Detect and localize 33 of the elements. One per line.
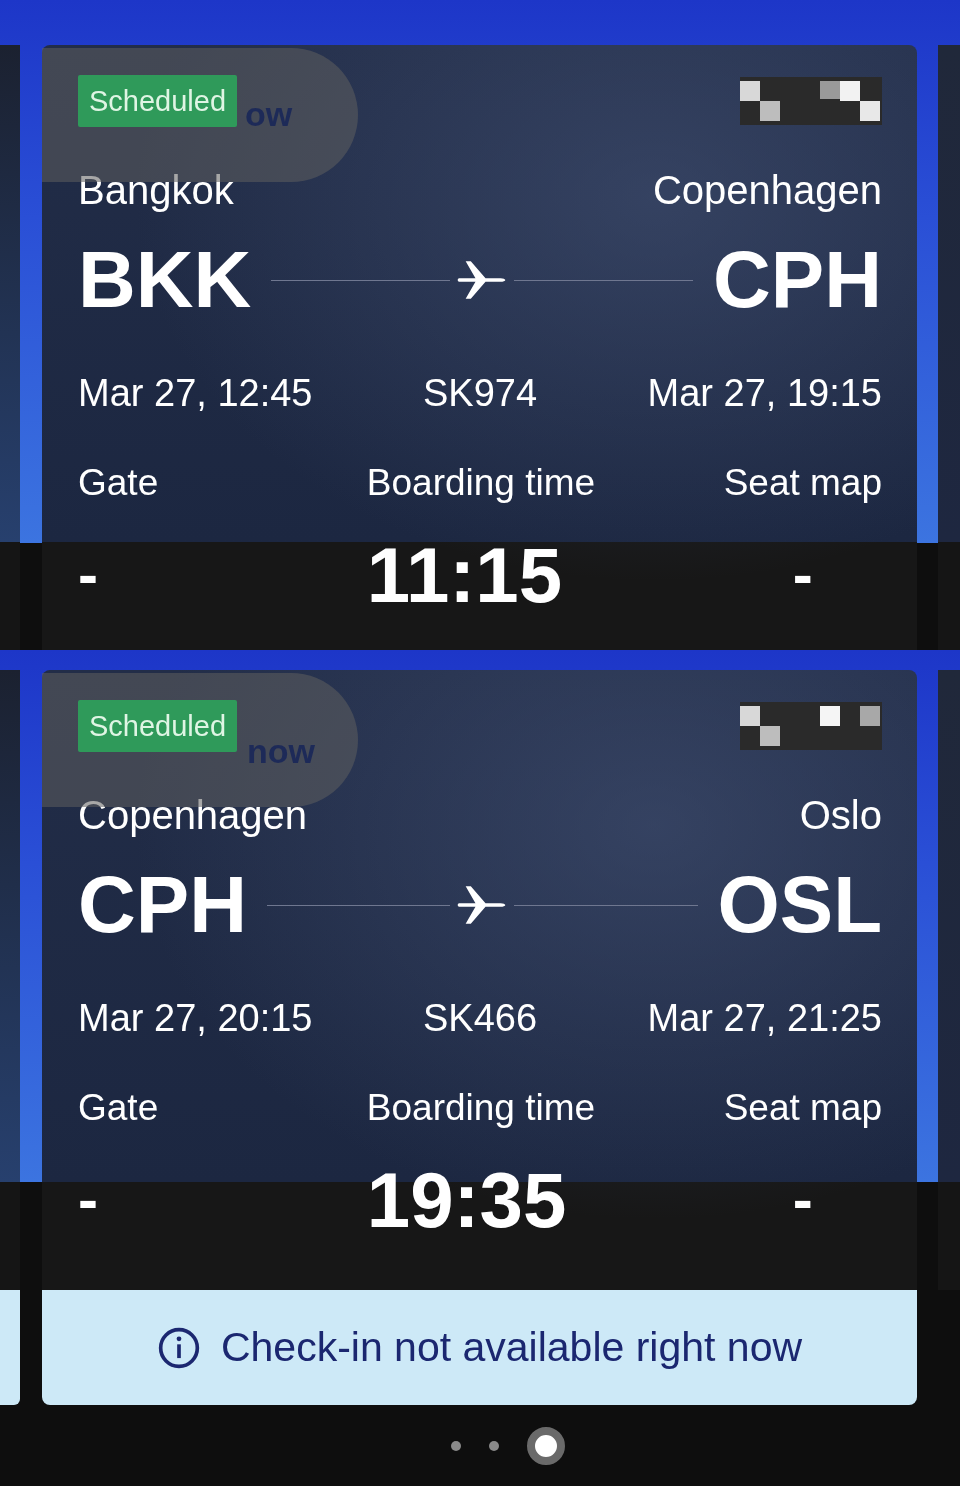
destination-city: Copenhagen <box>652 167 882 214</box>
page-dot[interactable] <box>488 1440 499 1451</box>
gate-label: Gate <box>78 461 160 505</box>
boarding-time-value: 19:35 <box>366 1160 568 1240</box>
boarding-time-value: 11:15 <box>366 535 564 615</box>
seat-map-value: - <box>792 1165 813 1235</box>
origin-code: CPH <box>78 865 247 945</box>
departure-time: Mar 27, 12:45 <box>78 371 314 416</box>
page-dot[interactable] <box>450 1440 461 1451</box>
origin-city: Copenhagen <box>78 792 308 839</box>
seat-map-value: - <box>792 540 813 610</box>
seat-map-label: Seat map <box>723 1086 882 1130</box>
boarding-time-label: Boarding time <box>366 461 596 505</box>
status-badge: Scheduled <box>78 700 238 752</box>
arrival-time: Mar 27, 21:25 <box>646 996 882 1041</box>
boarding-time-label: Boarding time <box>366 1086 596 1130</box>
info-icon <box>156 1325 201 1370</box>
notice-text: Check-in not available right now <box>220 1324 803 1371</box>
gate-value: - <box>78 540 99 610</box>
departure-time: Mar 27, 20:15 <box>78 996 314 1041</box>
gate-value: - <box>78 1165 99 1235</box>
status-badge: Scheduled <box>78 75 238 127</box>
arrival-time: Mar 27, 19:15 <box>646 371 882 416</box>
flight-number: SK974 <box>422 371 538 416</box>
seat-map-label: Seat map <box>723 461 882 505</box>
origin-city: Bangkok <box>78 167 234 214</box>
flight-number: SK466 <box>422 996 538 1041</box>
destination-city: Oslo <box>799 792 882 839</box>
gate-label: Gate <box>78 1086 160 1130</box>
origin-code: BKK <box>78 240 252 320</box>
page-dot[interactable] <box>526 1426 565 1465</box>
destination-code: OSL <box>717 865 882 945</box>
destination-code: CPH <box>713 240 882 320</box>
